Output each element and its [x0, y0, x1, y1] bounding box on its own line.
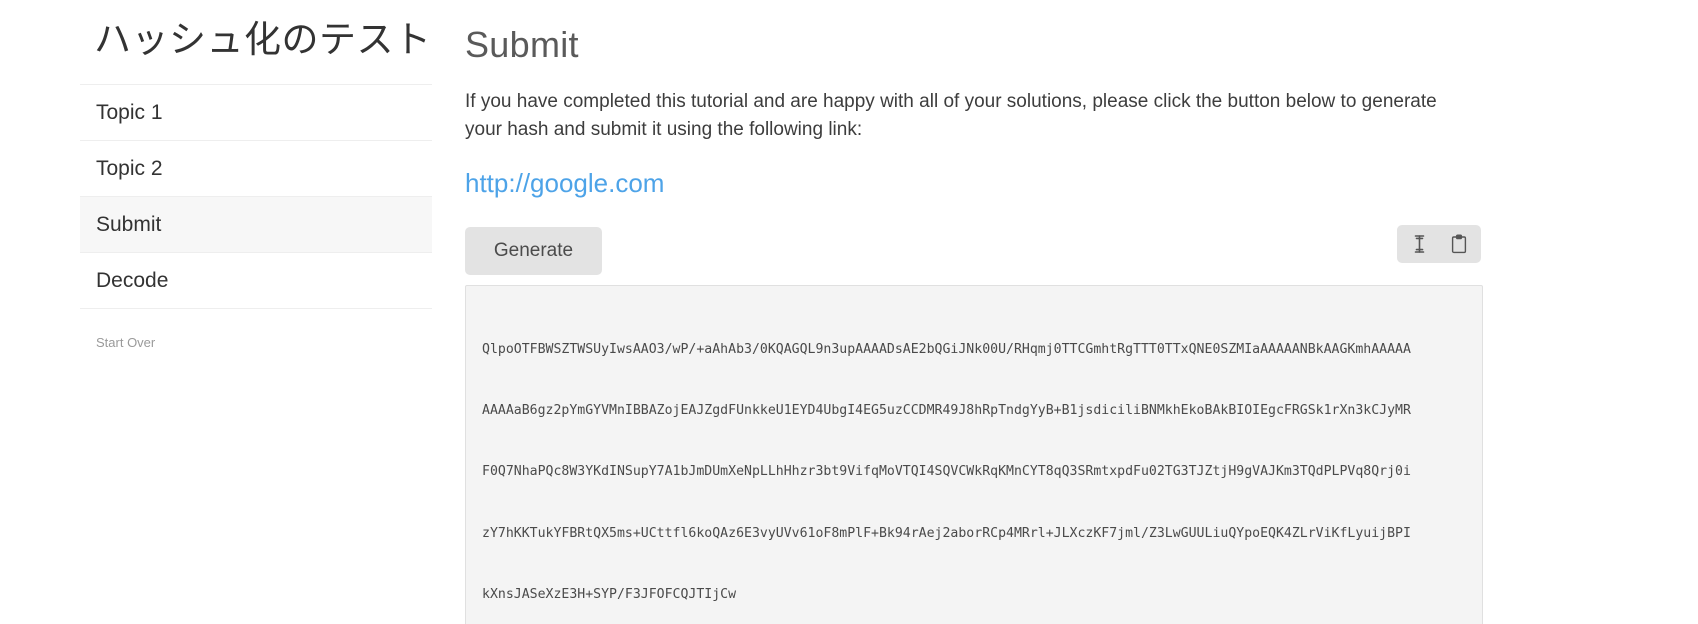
page-root: ハッシュ化のテスト Topic 1 Topic 2 Submit Decode …: [0, 0, 1698, 624]
hash-line: kXnsJASeXzE3H+SYP/F3JFOFCQJTIjCw: [482, 586, 737, 602]
clipboard-icon[interactable]: [1447, 231, 1471, 257]
sidebar-title: ハッシュ化のテスト: [94, 19, 432, 60]
submission-link[interactable]: http://google.com: [465, 168, 664, 199]
hash-toolbar: [1397, 225, 1481, 264]
sidebar-item-topic-2[interactable]: Topic 2: [80, 141, 432, 198]
hash-line: QlpoOTFBWSZTWSUyIwsAAO3/wP/+aAhAb3/0KQAG…: [482, 342, 1411, 358]
sidebar-nav: Topic 1 Topic 2 Submit Decode: [80, 84, 432, 310]
main-content: Submit If you have completed this tutori…: [465, 0, 1485, 624]
generate-button[interactable]: Generate: [465, 227, 602, 276]
sidebar-item-submit[interactable]: Submit: [80, 197, 432, 254]
intro-paragraph: If you have completed this tutorial and …: [465, 91, 1437, 141]
hash-line: F0Q7NhaPQc8W3YKdINSupY7A1bJmDUmXeNpLLhHh…: [482, 464, 1411, 480]
page-title: Submit: [465, 24, 579, 65]
hash-output-textarea[interactable]: QlpoOTFBWSZTWSUyIwsAAO3/wP/+aAhAb3/0KQAG…: [465, 285, 1483, 624]
text-cursor-icon[interactable]: [1407, 231, 1431, 257]
sidebar-item-decode[interactable]: Decode: [80, 253, 432, 310]
sidebar-item-topic-1[interactable]: Topic 1: [80, 85, 432, 142]
start-over-link[interactable]: Start Over: [96, 335, 155, 350]
hash-line: zY7hKKTukYFBRtQX5ms+UCttfl6koQAz6E3vyUVv…: [482, 525, 1411, 541]
hash-line: AAAAaB6gz2pYmGYVMnIBBAZojEAJZgdFUnkkeU1E…: [482, 403, 1411, 419]
sidebar: ハッシュ化のテスト Topic 1 Topic 2 Submit Decode …: [80, 0, 432, 352]
generate-row: Generate: [465, 225, 1485, 277]
